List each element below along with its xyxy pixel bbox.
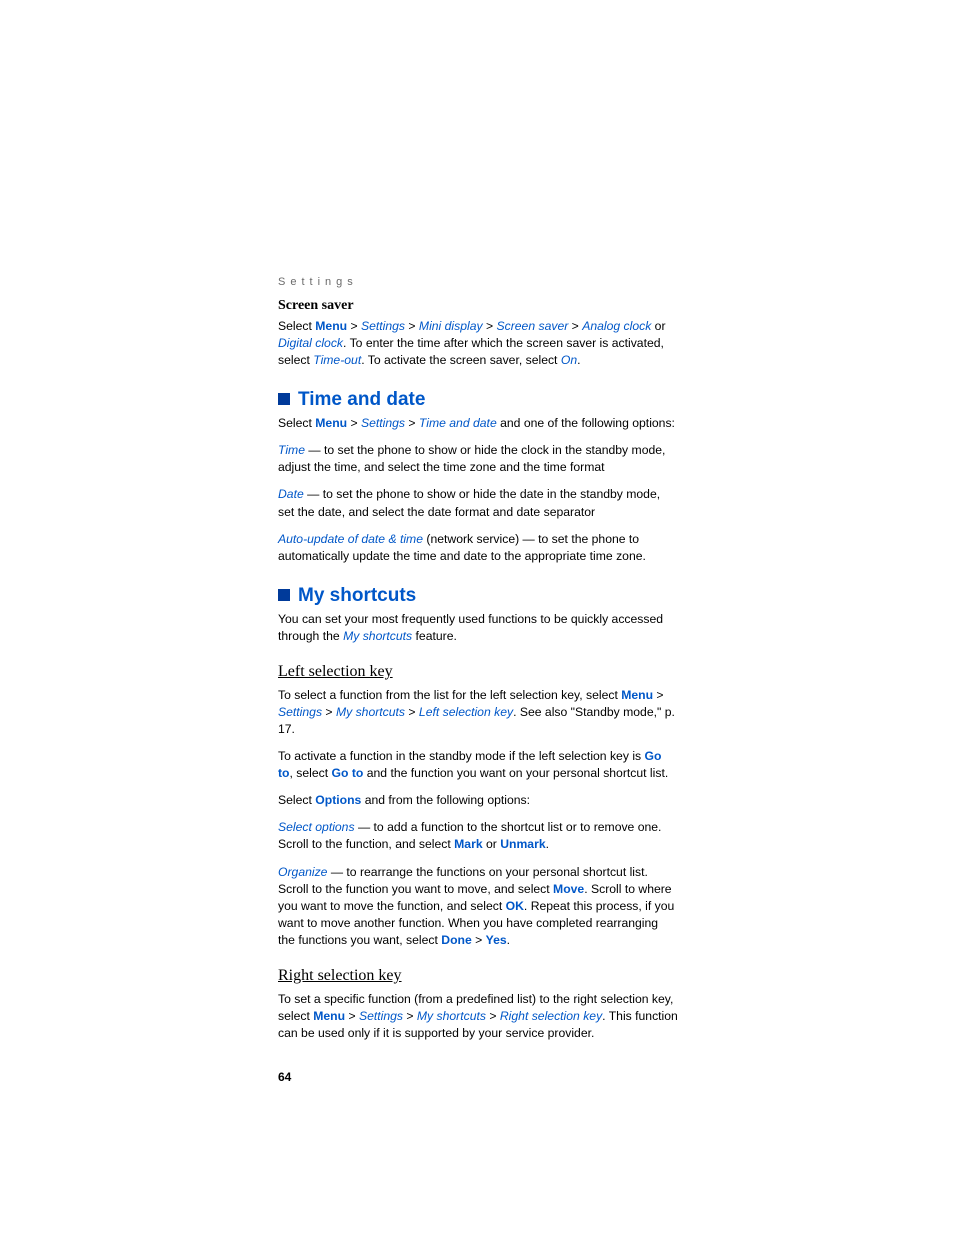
link-move[interactable]: Move — [553, 882, 584, 896]
para-organize: Organize — to rearrange the functions on… — [278, 864, 678, 949]
link-time-and-date[interactable]: Time and date — [419, 416, 497, 430]
para-screen-saver: Select Menu > Settings > Mini display > … — [278, 318, 678, 369]
square-icon — [278, 393, 290, 405]
link-goto[interactable]: Go to — [332, 766, 364, 780]
heading-my-shortcuts: My shortcuts — [278, 585, 678, 607]
para-td-intro: Select Menu > Settings > Time and date a… — [278, 415, 678, 432]
link-digital-clock[interactable]: Digital clock — [278, 336, 343, 350]
link-settings[interactable]: Settings — [359, 1009, 403, 1023]
link-mark[interactable]: Mark — [454, 837, 482, 851]
link-screen-saver[interactable]: Screen saver — [496, 319, 568, 333]
link-my-shortcuts[interactable]: My shortcuts — [343, 629, 412, 643]
link-select-options[interactable]: Select options — [278, 820, 355, 834]
link-done[interactable]: Done — [441, 933, 471, 947]
para-rsk: To set a specific function (from a prede… — [278, 991, 678, 1042]
page-number: 64 — [278, 1070, 678, 1084]
para-lsk-3: Select Options and from the following op… — [278, 792, 678, 809]
heading-left-selection-key: Left selection key — [278, 663, 678, 681]
link-menu[interactable]: Menu — [315, 416, 347, 430]
link-my-shortcuts[interactable]: My shortcuts — [417, 1009, 486, 1023]
link-date[interactable]: Date — [278, 487, 304, 501]
para-shortcuts-intro: You can set your most frequently used fu… — [278, 611, 678, 645]
link-left-selection-key[interactable]: Left selection key — [419, 705, 513, 719]
link-auto-update[interactable]: Auto-update of date & time — [278, 532, 423, 546]
link-mini-display[interactable]: Mini display — [419, 319, 483, 333]
page-content: Settings Screen saver Select Menu > Sett… — [0, 0, 778, 1184]
link-menu[interactable]: Menu — [621, 688, 653, 702]
link-time[interactable]: Time — [278, 443, 305, 457]
para-lsk-1: To select a function from the list for t… — [278, 687, 678, 738]
para-date: Date — to set the phone to show or hide … — [278, 486, 678, 520]
link-settings[interactable]: Settings — [278, 705, 322, 719]
link-menu[interactable]: Menu — [313, 1009, 345, 1023]
link-organize[interactable]: Organize — [278, 865, 327, 879]
section-header: Settings — [278, 276, 678, 288]
link-on[interactable]: On — [561, 353, 577, 367]
link-menu[interactable]: Menu — [315, 319, 347, 333]
link-my-shortcuts[interactable]: My shortcuts — [336, 705, 405, 719]
link-analog-clock[interactable]: Analog clock — [582, 319, 651, 333]
link-settings[interactable]: Settings — [361, 416, 405, 430]
link-timeout[interactable]: Time-out — [313, 353, 361, 367]
link-options[interactable]: Options — [315, 793, 361, 807]
heading-time-and-date: Time and date — [278, 389, 678, 411]
square-icon — [278, 589, 290, 601]
link-ok[interactable]: OK — [506, 899, 524, 913]
heading-right-selection-key: Right selection key — [278, 967, 678, 985]
link-right-selection-key[interactable]: Right selection key — [500, 1009, 602, 1023]
link-unmark[interactable]: Unmark — [500, 837, 545, 851]
heading-screen-saver: Screen saver — [278, 298, 678, 314]
para-auto: Auto-update of date & time (network serv… — [278, 531, 678, 565]
para-lsk-2: To activate a function in the standby mo… — [278, 748, 678, 782]
link-yes[interactable]: Yes — [486, 933, 507, 947]
link-settings[interactable]: Settings — [361, 319, 405, 333]
para-select-options: Select options — to add a function to th… — [278, 819, 678, 853]
para-time: Time — to set the phone to show or hide … — [278, 442, 678, 476]
